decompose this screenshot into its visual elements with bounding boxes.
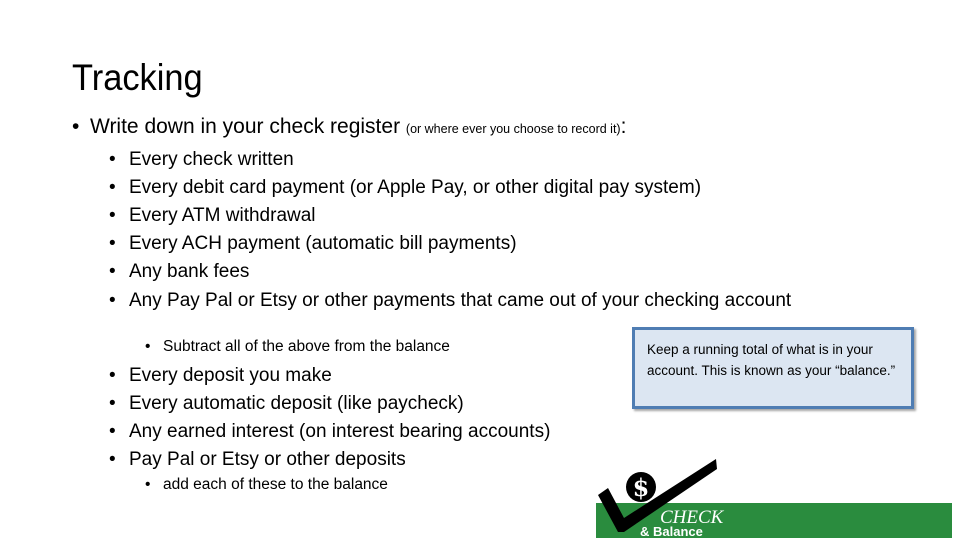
subtract-note: • Subtract all of the above from the bala… [145,338,450,356]
list-item-text: Every debit card payment (or Apple Pay, … [129,177,702,198]
list-item: • Every ACH payment (automatic bill payme… [109,230,829,258]
bullet: • [109,365,116,386]
bullet: • [109,205,116,226]
bullet: • [109,393,116,414]
bullet: • [145,476,151,493]
bullet: • [109,449,116,470]
bullet: • [72,115,80,138]
main-point-text: Write down in your check register [90,115,406,138]
list-item-text: Every deposit you make [129,365,332,386]
list-item: • Every ATM withdrawal [109,202,829,230]
check-and-balance-logo: $ CHECK & Balance [596,459,952,539]
list-item: • Every deposit you make [109,362,550,390]
list-item: • Every debit card payment (or Apple Pay,… [109,174,829,202]
balance-callout: Keep a running total of what is in your … [632,327,914,409]
main-point-colon: : [620,115,627,138]
add-note-text: add each of these to the balance [163,476,388,493]
subtract-list: • Every check written • Every debit card p… [109,146,829,312]
bullet: • [109,261,116,282]
logo-word-balance: & Balance [640,524,703,539]
list-item-text: Every check written [129,149,294,170]
add-note: • add each of these to the balance [145,476,388,494]
list-item: • Any Pay Pal or Etsy or other payments t… [109,286,829,312]
add-list: • Every deposit you make • Every automatic… [109,362,550,474]
list-item-text: Every automatic deposit (like paycheck) [129,393,464,414]
subtract-note-text: Subtract all of the above from the balan… [163,338,450,355]
bullet: • [109,421,116,442]
list-item-text: Every ACH payment (automatic bill paymen… [129,233,517,254]
list-item: • Every check written [109,146,829,174]
main-point: • Write down in your check register (or w… [72,115,626,139]
bullet: • [109,290,116,311]
slide-title: Tracking [72,57,203,98]
bullet: • [109,149,116,170]
main-point-aside: (or where ever you choose to record it) [405,122,621,136]
list-item-text: Any earned interest (on interest bearing… [129,421,551,442]
list-item-text: Any Pay Pal or Etsy or other payments th… [129,290,792,311]
bullet: • [145,338,151,355]
list-item-text: Pay Pal or Etsy or other deposits [129,449,406,470]
list-item: • Every automatic deposit (like paycheck) [109,390,550,418]
list-item-text: Every ATM withdrawal [129,205,316,226]
list-item-text: Any bank fees [129,261,250,282]
list-item: • Any bank fees [109,258,829,286]
dollar-symbol: $ [633,473,650,502]
bullet: • [109,233,116,254]
bullet: • [109,177,116,198]
callout-text: Keep a running total of what is in your … [647,342,896,378]
list-item: • Any earned interest (on interest bearin… [109,418,550,446]
list-item: • Pay Pal or Etsy or other deposits [109,446,550,474]
